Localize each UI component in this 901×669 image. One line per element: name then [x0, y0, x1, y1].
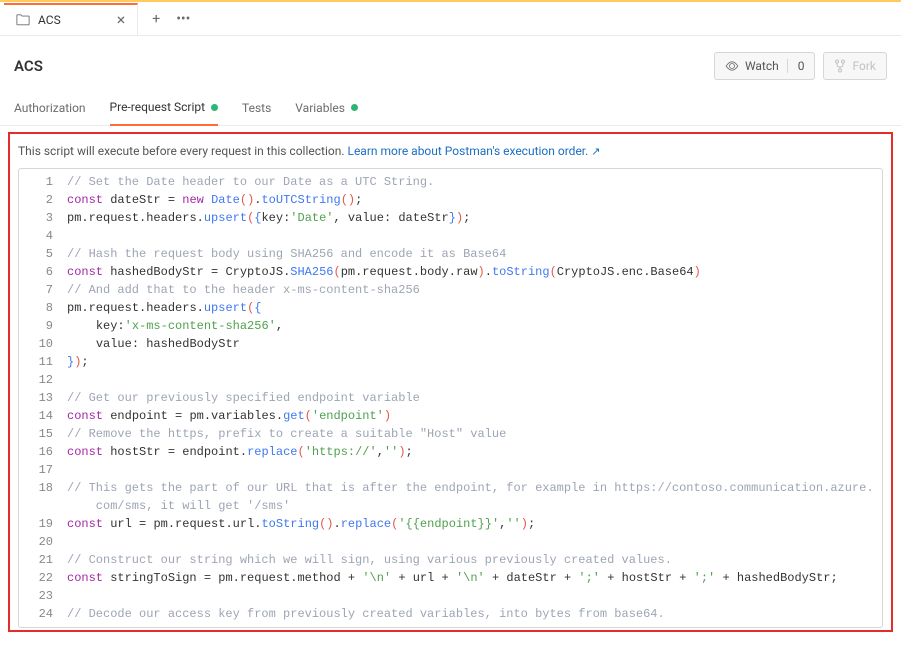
info-bar: This script will execute before every re… — [10, 134, 891, 168]
watch-button[interactable]: Watch 0 — [714, 52, 816, 80]
tab-prerequest[interactable]: Pre-request Script — [110, 94, 218, 126]
eye-icon — [725, 61, 739, 71]
info-text: This script will execute before every re… — [18, 144, 347, 158]
info-link[interactable]: Learn more about Postman's execution ord… — [347, 144, 588, 158]
status-dot-icon — [351, 104, 358, 111]
status-dot-icon — [211, 104, 218, 111]
code-body[interactable]: // Set the Date header to our Date as a … — [63, 169, 882, 627]
fork-label: Fork — [852, 59, 876, 73]
tab-bar: ACS × + ••• — [0, 2, 901, 36]
collection-title: ACS — [14, 57, 43, 75]
title-row: ACS Watch 0 Fork — [0, 36, 901, 94]
tab-tests[interactable]: Tests — [242, 94, 271, 125]
tab-variables[interactable]: Variables — [295, 94, 358, 125]
line-numbers: 123456789101112131415161718 192021222324 — [19, 169, 63, 627]
close-icon[interactable]: × — [117, 10, 126, 29]
external-link-icon: ↗ — [591, 145, 600, 158]
watch-count: 0 — [787, 59, 805, 73]
main-tabs: Authorization Pre-request Script Tests V… — [0, 94, 901, 126]
fork-button[interactable]: Fork — [823, 52, 887, 80]
fork-icon — [834, 59, 846, 73]
tab-acs[interactable]: ACS × — [4, 3, 138, 35]
tab-label: ACS — [38, 13, 61, 27]
add-tab-button[interactable]: + — [152, 11, 160, 27]
tab-options-button[interactable]: ••• — [176, 11, 190, 27]
tab-authorization[interactable]: Authorization — [14, 94, 86, 125]
code-editor[interactable]: 123456789101112131415161718 192021222324… — [18, 168, 883, 628]
folder-icon — [16, 13, 30, 27]
content-highlight: This script will execute before every re… — [8, 132, 893, 632]
watch-label: Watch — [745, 59, 779, 73]
